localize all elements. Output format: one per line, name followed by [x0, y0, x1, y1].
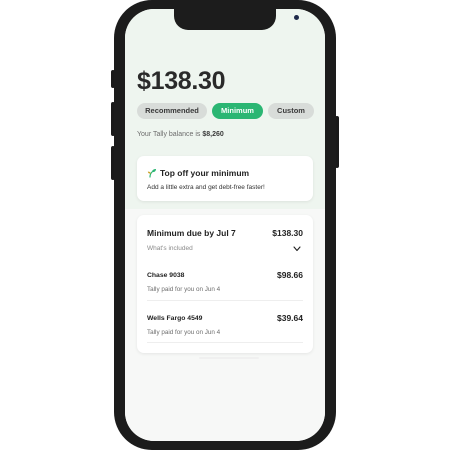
topoff-card[interactable]: Top off your minimum Add a little extra …	[137, 156, 313, 201]
card-note: Tally paid for you on Jun 4	[147, 286, 221, 293]
card-amount: $98.66	[277, 270, 303, 280]
payment-amount: $138.30	[137, 67, 226, 95]
minimum-due-total: $138.30	[272, 228, 303, 238]
minimum-due-card: Minimum due by Jul 7 $138.30 What's incl…	[137, 215, 313, 359]
camera-icon	[294, 15, 299, 20]
option-recommended-button[interactable]: Recommended	[137, 103, 207, 119]
balance-value: $8,260	[202, 131, 224, 138]
card-name: Wells Fargo 4549	[147, 315, 203, 322]
divider	[147, 342, 303, 343]
payment-option-selector: Recommended Minimum Custom	[137, 103, 314, 119]
divider	[147, 300, 303, 301]
whats-included-label[interactable]: What's included	[147, 245, 193, 252]
sprout-icon	[147, 169, 156, 178]
topoff-title: Top off your minimum	[160, 168, 250, 178]
minimum-due-title: Minimum due by Jul 7	[147, 228, 236, 238]
phone-frame: $138.30 Recommended Minimum Custom Your …	[111, 0, 339, 450]
topoff-subtitle: Add a little extra and get debt-free fas…	[147, 184, 265, 191]
list-item: Chase 9038 $98.66 Tally paid for you on …	[147, 268, 303, 304]
phone-notch	[174, 9, 299, 30]
chevron-down-icon[interactable]	[293, 246, 301, 252]
option-minimum-button[interactable]: Minimum	[212, 103, 263, 119]
app-screen: $138.30 Recommended Minimum Custom Your …	[125, 9, 325, 441]
card-name: Chase 9038	[147, 272, 185, 279]
option-custom-button[interactable]: Custom	[268, 103, 314, 119]
card-amount: $39.64	[277, 313, 303, 323]
tally-balance-text: Your Tally balance is $8,260	[137, 131, 224, 138]
card-note: Tally paid for you on Jun 4	[147, 329, 221, 336]
scroll-hint	[199, 357, 259, 359]
balance-prefix: Your Tally balance is	[137, 131, 203, 138]
